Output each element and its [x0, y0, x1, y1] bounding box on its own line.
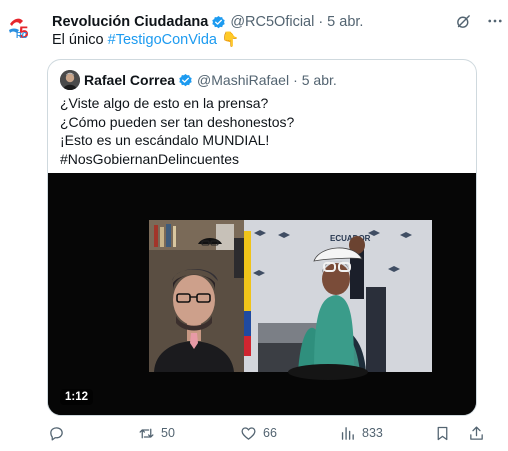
rc5-avatar[interactable]: 5 RC — [6, 10, 42, 46]
like-count: 66 — [263, 426, 277, 440]
views-count: 833 — [362, 426, 383, 440]
tweet-text-prefix: El único — [52, 32, 108, 48]
more-icon[interactable] — [486, 12, 504, 30]
retweet-button[interactable]: 50 — [138, 423, 175, 443]
share-icon — [470, 425, 483, 440]
like-button[interactable]: 66 — [240, 423, 277, 443]
quote-line: ¡Esto es un escándalo MUNDIAL! — [60, 132, 270, 148]
tweet-text: El único #TestigoConVida 👇 — [52, 31, 239, 50]
rafael-avatar — [60, 70, 80, 90]
action-bar: 50 66 833 — [48, 423, 488, 443]
quote-author-handle[interactable]: @MashiRafael — [197, 72, 289, 88]
verified-icon — [212, 15, 225, 28]
quote-line: ¿Cómo pueden ser tan deshonestos? — [60, 113, 295, 130]
verified-icon — [179, 73, 192, 86]
author-name[interactable]: Revolución Ciudadana — [52, 14, 208, 30]
tweet-date[interactable]: 5 abr. — [327, 14, 363, 30]
video-frame: ECUADOR — [48, 173, 476, 415]
bookmark-button[interactable] — [434, 423, 451, 443]
grok-icon[interactable] — [455, 13, 472, 30]
video-player[interactable]: ECUADOR 1:12 — [48, 173, 476, 415]
quote-header: Rafael Correa @MashiRafael · 5 abr. — [84, 70, 337, 90]
rc5-logo: 5 RC — [9, 18, 28, 42]
quote-hashtag[interactable]: #NosGobiernanDelincuentes — [60, 150, 294, 169]
quoted-tweet[interactable]: Rafael Correa @MashiRafael · 5 abr. ¿Vis… — [47, 59, 477, 416]
svg-text:RC: RC — [16, 31, 28, 40]
quote-date[interactable]: 5 abr. — [302, 72, 337, 88]
views-icon — [341, 426, 354, 440]
quote-text: ¿Viste algo de esto en la prensa? ¿Cómo … — [60, 94, 294, 168]
retweet-icon — [139, 428, 154, 438]
video-duration: 1:12 — [60, 389, 94, 405]
quote-author-name[interactable]: Rafael Correa — [84, 72, 175, 88]
like-icon — [241, 426, 256, 440]
separator-dot: · — [318, 14, 324, 30]
separator-dot: · — [293, 72, 298, 88]
share-button[interactable] — [468, 423, 485, 443]
bookmark-icon — [437, 426, 448, 440]
hashtag-link[interactable]: #TestigoConVida — [108, 32, 217, 48]
quote-author-avatar[interactable] — [60, 70, 80, 90]
views-button[interactable]: 833 — [339, 423, 383, 443]
header-icons — [455, 12, 504, 30]
reply-button[interactable] — [48, 423, 71, 443]
reply-icon — [50, 426, 63, 441]
tweet-header: Revolución Ciudadana @RC5Oficial · 5 abr… — [52, 12, 488, 32]
retweet-count: 50 — [161, 426, 175, 440]
quote-line: ¿Viste algo de esto en la prensa? — [60, 95, 269, 111]
pointing-down-emoji: 👇 — [221, 32, 240, 48]
author-handle[interactable]: @RC5Oficial — [230, 14, 314, 30]
